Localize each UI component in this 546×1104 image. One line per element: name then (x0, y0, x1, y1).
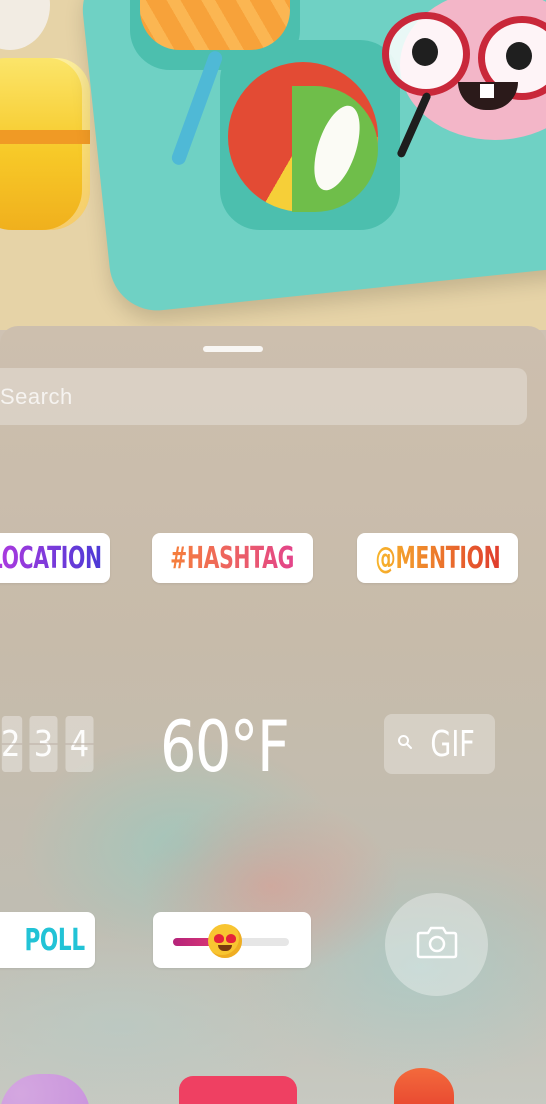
fire-sticker-partial[interactable] (394, 1068, 454, 1104)
gif-sticker[interactable]: GIF (384, 714, 495, 774)
face-filter-tooth (480, 84, 494, 98)
plate (0, 0, 50, 50)
story-editor-screen: Search LOCATION #HASHTAG @MENTION 2 3 4 … (0, 0, 546, 1104)
juice-bottle (0, 58, 90, 230)
orange-slices (140, 0, 290, 50)
next-sticker-row (0, 1062, 546, 1104)
heart-icon (226, 934, 237, 943)
mention-sticker[interactable]: @MENTION (357, 533, 518, 583)
heart-eyes-emoji-icon[interactable] (208, 924, 243, 958)
camera-icon (416, 925, 458, 964)
countdown-digit: 3 (29, 716, 58, 772)
juice-bottle-band (0, 130, 90, 144)
poll-sticker[interactable]: POLL (0, 912, 95, 968)
search-input[interactable]: Search (0, 368, 527, 425)
search-placeholder: Search (0, 384, 73, 409)
background-photo (0, 0, 546, 330)
poll-sticker-label: POLL (24, 922, 86, 958)
location-sticker-label: LOCATION (0, 541, 102, 576)
smile-icon (218, 945, 233, 951)
camera-button[interactable] (385, 893, 488, 996)
face-filter-eye-right (506, 42, 532, 70)
heart-icon (214, 934, 225, 943)
search-icon (397, 734, 413, 755)
location-sticker[interactable]: LOCATION (0, 533, 110, 583)
hashtag-sticker[interactable]: #HASHTAG (152, 533, 313, 583)
heart-sticker-partial[interactable] (0, 1074, 90, 1104)
face-filter-eye-left (412, 38, 438, 66)
sticker-tray: Search LOCATION #HASHTAG @MENTION 2 3 4 … (0, 326, 546, 1104)
countdown-digit: 4 (65, 716, 94, 772)
mention-sticker-label: @MENTION (375, 540, 500, 576)
hashtag-sticker-label: #HASHTAG (170, 540, 295, 576)
gif-sticker-label: GIF (430, 723, 475, 765)
emoji-slider-sticker[interactable] (153, 912, 311, 968)
drag-handle[interactable] (203, 346, 263, 352)
countdown-digit: 2 (1, 716, 23, 772)
countdown-sticker[interactable]: 2 3 4 (0, 716, 96, 774)
temperature-sticker[interactable]: 60°F (160, 706, 290, 788)
red-sticker-partial[interactable] (179, 1076, 297, 1104)
